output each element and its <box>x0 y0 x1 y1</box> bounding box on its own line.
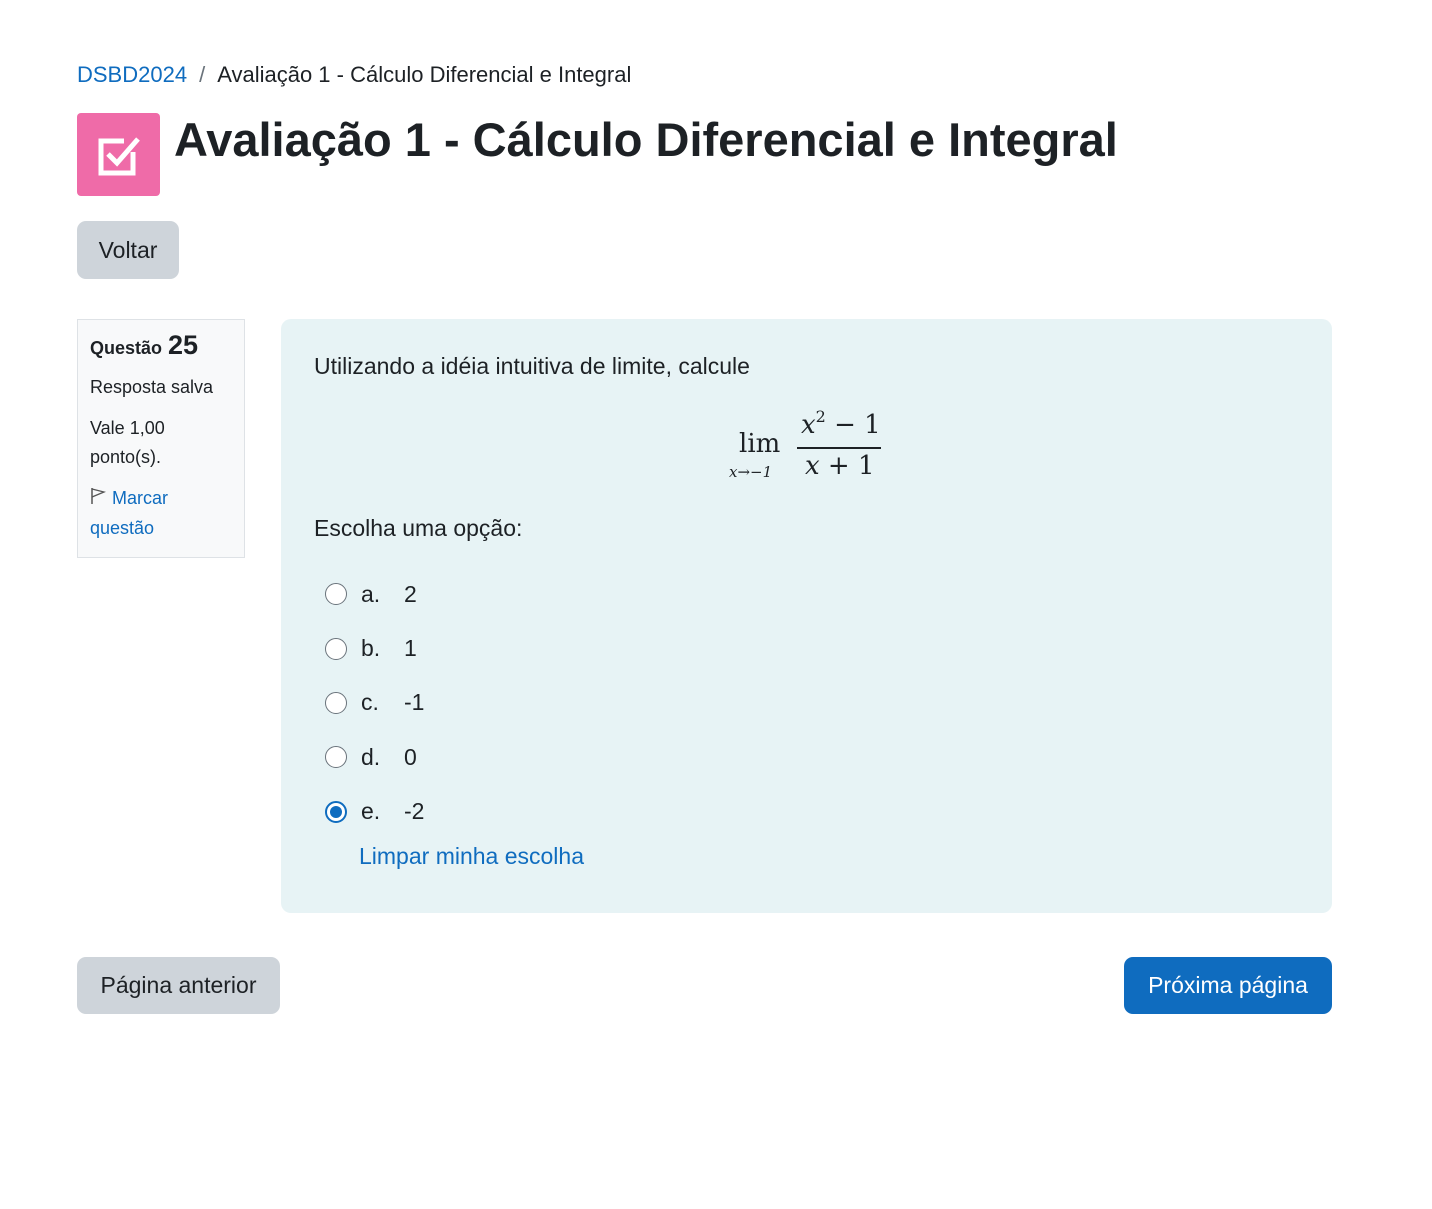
answer-option-d[interactable]: d. 0 <box>325 730 424 784</box>
option-letter: c. <box>361 689 379 716</box>
clear-choice-link[interactable]: Limpar minha escolha <box>359 843 584 870</box>
flag-icon <box>90 485 107 514</box>
formula-numerator-rest: − 1 <box>825 410 881 440</box>
question-status: Resposta salva <box>90 377 214 397</box>
answer-option-b[interactable]: b. 1 <box>325 621 424 675</box>
question-number-label: Questão <box>90 338 163 358</box>
next-page-button[interactable]: Próxima página <box>1124 957 1332 1014</box>
limit-formula: lim x→−1 x2 − 1 x + 1 <box>729 407 889 487</box>
question-info-panel: Questão 25 Resposta salva Vale 1,00 pont… <box>77 319 245 558</box>
question-number-value: 25 <box>168 330 199 360</box>
formula-denominator-var: x <box>805 451 820 481</box>
option-value: -2 <box>404 798 425 825</box>
question-number: Questão 25 <box>90 330 232 361</box>
option-value: 0 <box>404 743 417 770</box>
breadcrumb-course-link[interactable]: DSBD2024 <box>77 61 187 89</box>
answer-options: a. 2 b. 1 c. -1 d. 0 e. -2 <box>325 567 424 839</box>
option-letter: d. <box>361 743 381 770</box>
formula-denominator-rest: + 1 <box>819 451 875 481</box>
page-title: Avaliação 1 - Cálculo Diferencial e Inte… <box>174 113 1118 166</box>
formula-numerator-exponent: 2 <box>815 407 826 426</box>
option-letter: b. <box>361 635 381 662</box>
radio-button-selected[interactable] <box>325 800 347 823</box>
option-value: -1 <box>404 689 425 716</box>
previous-page-button[interactable]: Página anterior <box>77 957 280 1014</box>
formula-lim: lim <box>739 429 781 459</box>
breadcrumb-separator: / <box>199 62 206 87</box>
flag-question-link[interactable]: Marcar questão <box>90 484 232 543</box>
radio-button[interactable] <box>325 637 347 660</box>
breadcrumb-current: Avaliação 1 - Cálculo Diferencial e Inte… <box>217 62 632 87</box>
formula-numerator-base: x <box>801 410 816 440</box>
formula-numerator: x2 − 1 <box>801 407 881 440</box>
question-content: Utilizando a idéia intuitiva de limite, … <box>281 319 1332 913</box>
radio-button[interactable] <box>325 583 347 606</box>
option-value: 1 <box>404 635 417 662</box>
formula-subscript: x→−1 <box>729 463 773 481</box>
answer-option-c[interactable]: c. -1 <box>325 676 424 730</box>
option-value: 2 <box>404 580 417 607</box>
quiz-checkbox-icon <box>77 113 160 196</box>
formula-denominator: x + 1 <box>805 451 875 481</box>
option-letter: e. <box>361 798 381 825</box>
choose-prompt: Escolha uma opção: <box>314 515 523 541</box>
back-button[interactable]: Voltar <box>77 221 179 279</box>
radio-button[interactable] <box>325 691 347 714</box>
option-letter: a. <box>361 580 381 607</box>
answer-option-a[interactable]: a. 2 <box>325 567 424 621</box>
question-points: Vale 1,00 ponto(s). <box>90 418 165 467</box>
question-text: Utilizando a idéia intuitiva de limite, … <box>314 353 750 379</box>
radio-button[interactable] <box>325 746 347 769</box>
page-header: Avaliação 1 - Cálculo Diferencial e Inte… <box>77 113 1118 196</box>
breadcrumb: DSBD2024 / Avaliação 1 - Cálculo Diferen… <box>77 61 631 89</box>
formula-fraction-bar <box>797 447 881 449</box>
answer-option-e[interactable]: e. -2 <box>325 785 424 839</box>
